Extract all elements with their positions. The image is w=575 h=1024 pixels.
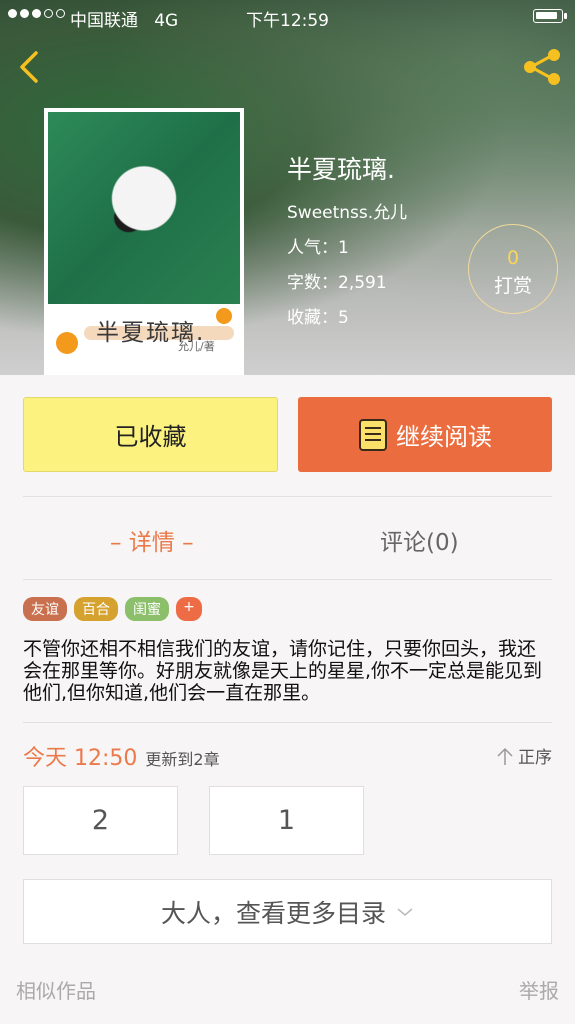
arrow-up-icon — [497, 747, 513, 765]
divider — [23, 496, 552, 497]
add-tag-button[interactable]: + — [176, 597, 202, 621]
chapter-button[interactable]: 1 — [209, 786, 364, 855]
similar-works-link[interactable]: 相似作品 — [16, 975, 96, 1004]
favorite-count: 收藏：5 — [287, 308, 349, 328]
tag-chip[interactable]: 友谊 — [23, 597, 67, 621]
orange-icon — [56, 332, 78, 354]
tip-label: 打赏 — [493, 275, 532, 297]
favorited-label: 已收藏 — [114, 423, 187, 451]
update-info: 今天 12:50 更新到2章 — [23, 740, 220, 772]
sort-order-label: 正序 — [518, 748, 552, 768]
tag-list: 友谊 百合 闺蜜 + — [23, 597, 202, 621]
book-cover[interactable]: 半夏琉璃. 允儿/著 — [44, 108, 244, 375]
book-title: 半夏琉璃. — [287, 155, 395, 184]
clock: 下午12:59 — [246, 11, 329, 31]
tab-comments[interactable]: 评论(0) — [380, 523, 459, 557]
chevron-down-icon — [397, 907, 413, 916]
popularity: 人气：1 — [287, 238, 349, 258]
status-bar: 中国联通 4G 下午12:59 — [0, 0, 575, 34]
favorited-button[interactable]: 已收藏 — [23, 397, 278, 472]
more-catalog-button[interactable]: 大人，查看更多目录 — [23, 879, 552, 944]
back-button[interactable] — [18, 50, 40, 88]
sort-order-button[interactable]: 正序 — [496, 743, 552, 768]
update-text: 更新到2章 — [145, 750, 220, 769]
orange-icon — [216, 308, 232, 324]
book-author[interactable]: Sweetnss.允儿 — [287, 198, 407, 223]
report-link[interactable]: 举报 — [519, 975, 559, 1004]
chevron-left-icon — [20, 51, 38, 83]
update-time: 今天 12:50 — [23, 746, 138, 771]
word-count: 字数：2,591 — [287, 273, 387, 293]
share-button[interactable] — [521, 47, 563, 91]
share-icon — [524, 49, 560, 85]
cover-photo — [48, 112, 240, 304]
tag-chip[interactable]: 闺蜜 — [125, 597, 169, 621]
book-icon — [359, 418, 387, 451]
tip-button[interactable]: 0 打赏 — [468, 224, 558, 314]
divider — [23, 722, 552, 723]
continue-reading-label: 继续阅读 — [396, 423, 492, 451]
tip-count: 0 — [506, 247, 520, 269]
tag-chip[interactable]: 百合 — [74, 597, 118, 621]
tab-detail[interactable]: – 详情 – — [110, 523, 194, 557]
battery-icon — [533, 9, 567, 23]
book-description: 不管你还相不相信我们的友谊，请你记住，只要你回头，我还会在那里等你。好朋友就像是… — [23, 638, 543, 704]
cover-author: 允儿/著 — [178, 340, 215, 353]
book-info: 半夏琉璃. Sweetnss.允儿 人气：1 字数：2,591 收藏：5 — [287, 150, 407, 338]
divider — [23, 579, 552, 580]
continue-reading-button[interactable]: 继续阅读 — [298, 397, 552, 472]
more-catalog-label: 大人，查看更多目录 — [160, 898, 386, 928]
chapter-button[interactable]: 2 — [23, 786, 178, 855]
